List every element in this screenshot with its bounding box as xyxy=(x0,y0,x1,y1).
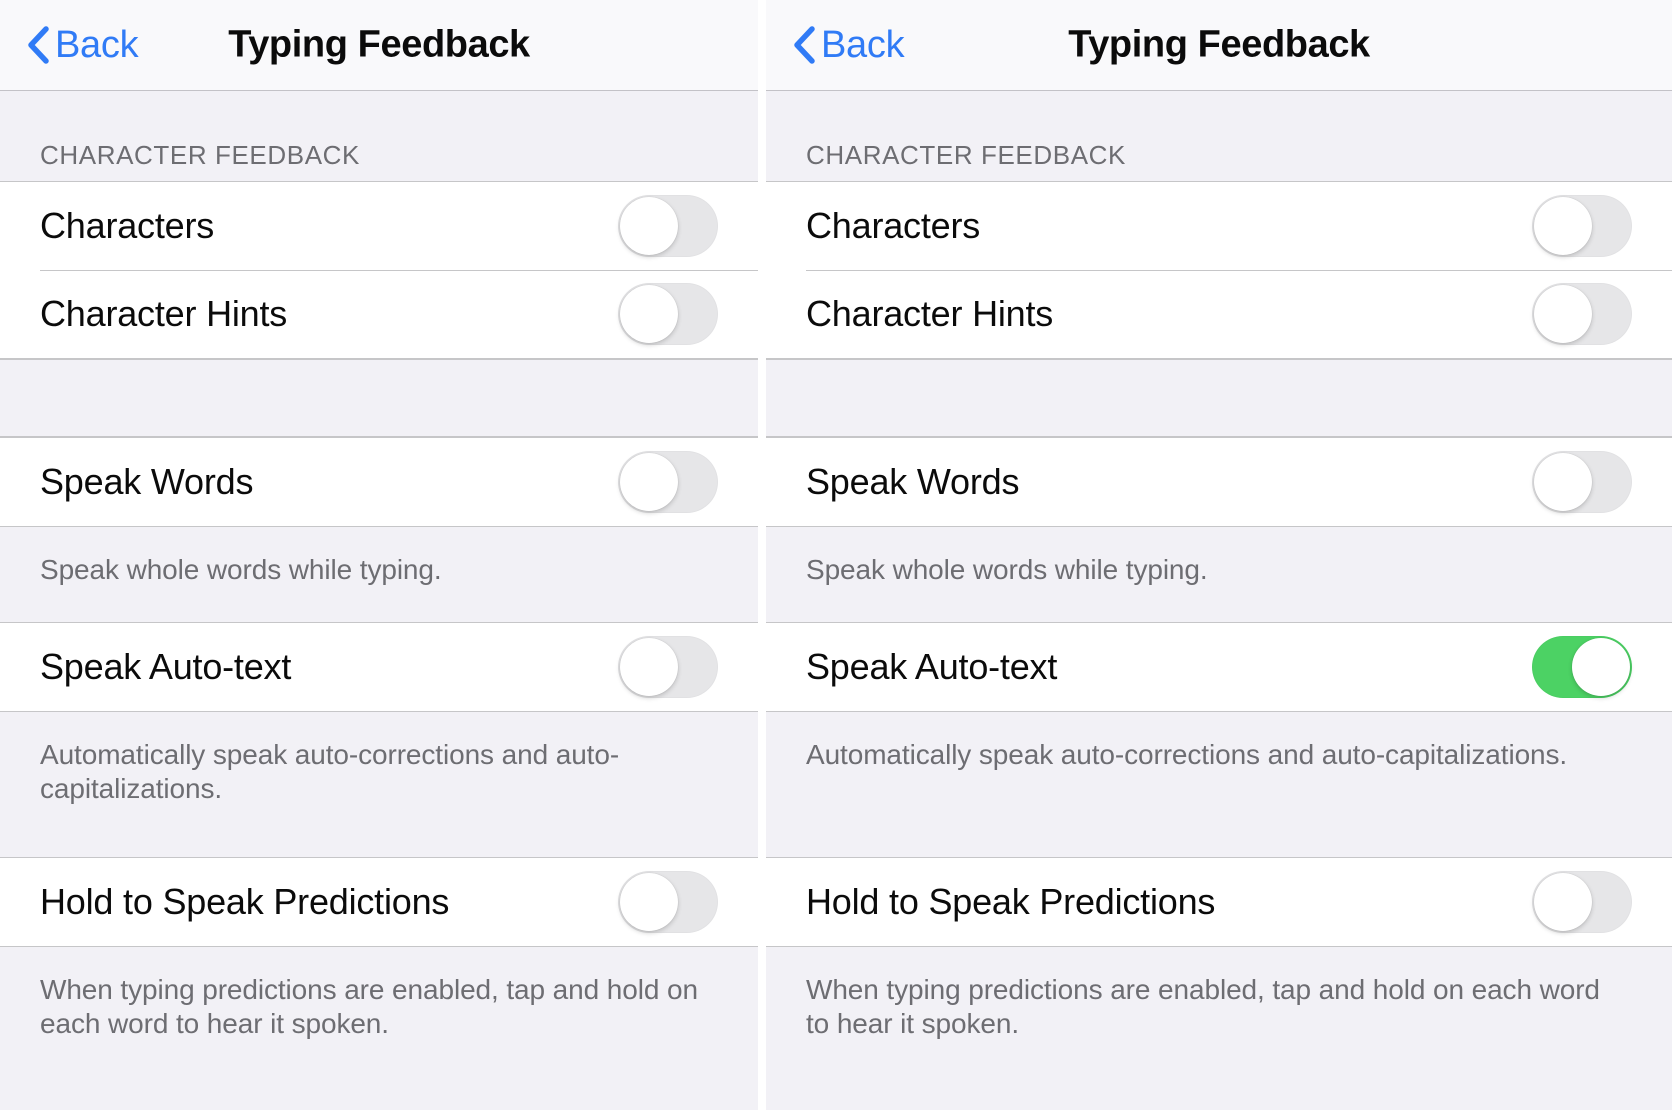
group-character-feedback: Characters Character Hints xyxy=(0,181,758,359)
toggle-character-hints[interactable] xyxy=(618,283,718,345)
note-speak-auto-text: Automatically speak auto-corrections and… xyxy=(766,712,1672,857)
toggle-speak-words[interactable] xyxy=(618,451,718,513)
section-spacer xyxy=(766,359,1672,437)
group-speak-words: Speak Words xyxy=(766,437,1672,527)
section-header-character-feedback: CHARACTER FEEDBACK xyxy=(0,91,758,181)
navigation-bar: Back Typing Feedback xyxy=(0,0,758,91)
row-hold-to-speak-predictions[interactable]: Hold to Speak Predictions xyxy=(766,858,1672,946)
row-label: Speak Words xyxy=(40,461,254,502)
row-speak-auto-text[interactable]: Speak Auto-text xyxy=(766,623,1672,711)
row-label: Characters xyxy=(40,205,215,246)
toggle-characters[interactable] xyxy=(1532,195,1632,257)
toggle-character-hints[interactable] xyxy=(1532,283,1632,345)
page-title: Typing Feedback xyxy=(1068,23,1370,66)
row-label: Characters xyxy=(806,205,981,246)
toggle-characters[interactable] xyxy=(618,195,718,257)
group-hold-to-speak-predictions: Hold to Speak Predictions xyxy=(766,857,1672,947)
group-speak-auto-text: Speak Auto-text xyxy=(0,622,758,712)
toggle-hold-to-speak-predictions[interactable] xyxy=(1532,871,1632,933)
settings-screen-after: Back Typing Feedback CHARACTER FEEDBACK … xyxy=(766,0,1672,1110)
row-hold-to-speak-predictions[interactable]: Hold to Speak Predictions xyxy=(0,858,758,946)
row-speak-words[interactable]: Speak Words xyxy=(766,438,1672,526)
group-speak-words: Speak Words xyxy=(0,437,758,527)
settings-list: CHARACTER FEEDBACK Characters Character … xyxy=(766,91,1672,1110)
section-spacer xyxy=(0,359,758,437)
toggle-knob xyxy=(1534,873,1592,931)
toggle-knob xyxy=(620,453,678,511)
toggle-knob xyxy=(1534,453,1592,511)
row-characters[interactable]: Characters xyxy=(766,182,1672,270)
row-character-hints[interactable]: Character Hints xyxy=(766,270,1672,358)
note-hold-to-speak-predictions: When typing predictions are enabled, tap… xyxy=(0,947,758,1087)
row-speak-auto-text[interactable]: Speak Auto-text xyxy=(0,623,758,711)
group-speak-auto-text: Speak Auto-text xyxy=(766,622,1672,712)
dual-screenshot-comparison: Back Typing Feedback CHARACTER FEEDBACK … xyxy=(0,0,1672,1110)
note-hold-to-speak-predictions: When typing predictions are enabled, tap… xyxy=(766,947,1672,1087)
toggle-hold-to-speak-predictions[interactable] xyxy=(618,871,718,933)
settings-list: CHARACTER FEEDBACK Characters Character … xyxy=(0,91,758,1110)
toggle-knob xyxy=(1534,197,1592,255)
toggle-knob xyxy=(620,638,678,696)
navigation-bar: Back Typing Feedback xyxy=(766,0,1672,91)
note-speak-words: Speak whole words while typing. xyxy=(766,527,1672,622)
row-label: Speak Auto-text xyxy=(806,646,1058,687)
row-character-hints[interactable]: Character Hints xyxy=(0,270,758,358)
row-label: Hold to Speak Predictions xyxy=(806,881,1216,922)
row-label: Hold to Speak Predictions xyxy=(40,881,450,922)
note-speak-auto-text: Automatically speak auto-corrections and… xyxy=(0,712,758,857)
toggle-speak-auto-text[interactable] xyxy=(618,636,718,698)
row-label: Speak Words xyxy=(806,461,1020,502)
page-title: Typing Feedback xyxy=(228,23,530,66)
group-character-feedback: Characters Character Hints xyxy=(766,181,1672,359)
row-label: Character Hints xyxy=(40,293,288,334)
settings-screen-before: Back Typing Feedback CHARACTER FEEDBACK … xyxy=(0,0,758,1110)
group-hold-to-speak-predictions: Hold to Speak Predictions xyxy=(0,857,758,947)
toggle-knob xyxy=(1572,638,1630,696)
toggle-speak-auto-text[interactable] xyxy=(1532,636,1632,698)
toggle-knob xyxy=(620,873,678,931)
row-characters[interactable]: Characters xyxy=(0,182,758,270)
section-header-character-feedback: CHARACTER FEEDBACK xyxy=(766,91,1672,181)
toggle-knob xyxy=(620,285,678,343)
toggle-speak-words[interactable] xyxy=(1532,451,1632,513)
row-label: Character Hints xyxy=(806,293,1054,334)
note-speak-words: Speak whole words while typing. xyxy=(0,527,758,622)
row-label: Speak Auto-text xyxy=(40,646,292,687)
panel-divider xyxy=(758,0,766,1110)
toggle-knob xyxy=(620,197,678,255)
toggle-knob xyxy=(1534,285,1592,343)
row-speak-words[interactable]: Speak Words xyxy=(0,438,758,526)
